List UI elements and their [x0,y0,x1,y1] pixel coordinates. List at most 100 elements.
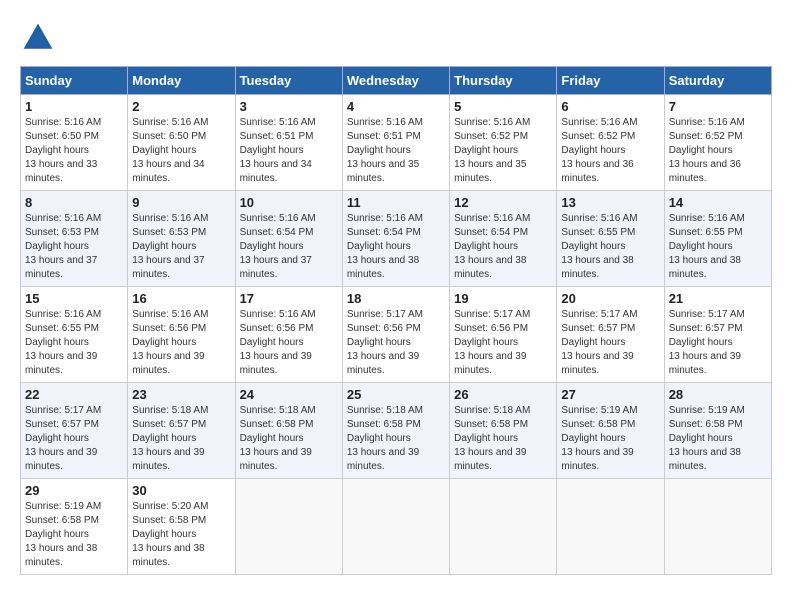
empty-cell [664,479,771,575]
day-info: Sunrise: 5:16 AMSunset: 6:53 PMDaylight … [132,212,230,282]
day-number: 10 [240,195,338,210]
table-row: 26 Sunrise: 5:18 AMSunset: 6:58 PMDayligh… [450,383,557,479]
day-info: Sunrise: 5:16 AMSunset: 6:51 PMDaylight … [347,116,445,186]
table-row: 5Sunrise: 5:16 AMSunset: 6:52 PMDaylight… [450,95,557,191]
table-row: 10 Sunrise: 5:16 AMSunset: 6:54 PMDayligh… [235,191,342,287]
day-number: 19 [454,291,552,306]
day-number: 23 [132,387,230,402]
day-number: 15 [25,291,123,306]
table-row: 21 Sunrise: 5:17 AMSunset: 6:57 PMDayligh… [664,287,771,383]
day-info: Sunrise: 5:19 AMSunset: 6:58 PMDaylight … [561,404,659,474]
day-info: Sunrise: 5:17 AMSunset: 6:57 PMDaylight … [25,404,123,474]
table-row: 28Sunrise: 5:19 AMSunset: 6:58 PMDayligh… [664,383,771,479]
logo [20,20,62,56]
calendar-row: 8 Sunrise: 5:16 AMSunset: 6:53 PMDaylight… [21,191,772,287]
calendar-table: SundayMondayTuesdayWednesdayThursdayFrid… [20,66,772,575]
day-number: 18 [347,291,445,306]
empty-cell [342,479,449,575]
day-number: 11 [347,195,445,210]
day-info: Sunrise: 5:16 AMSunset: 6:54 PMDaylight … [240,212,338,282]
day-header-monday: Monday [128,67,235,95]
day-info: Sunrise: 5:18 AMSunset: 6:58 PMDaylight … [347,404,445,474]
day-number: 24 [240,387,338,402]
day-info: Sunrise: 5:16 AMSunset: 6:52 PMDaylight … [561,116,659,186]
day-info: Sunrise: 5:18 AMSunset: 6:58 PMDaylight … [240,404,338,474]
day-info: Sunrise: 5:20 AMSunset: 6:58 PMDaylight … [132,500,230,570]
table-row: 20 Sunrise: 5:17 AMSunset: 6:57 PMDayligh… [557,287,664,383]
day-number: 7 [669,99,767,114]
day-info: Sunrise: 5:17 AMSunset: 6:57 PMDaylight … [669,308,767,378]
day-number: 12 [454,195,552,210]
table-row: 22 Sunrise: 5:17 AMSunset: 6:57 PMDayligh… [21,383,128,479]
calendar-row: 15 Sunrise: 5:16 AMSunset: 6:55 PMDayligh… [21,287,772,383]
day-header-wednesday: Wednesday [342,67,449,95]
table-row: 18 Sunrise: 5:17 AMSunset: 6:56 PMDayligh… [342,287,449,383]
table-row: 25 Sunrise: 5:18 AMSunset: 6:58 PMDayligh… [342,383,449,479]
day-number: 29 [25,483,123,498]
table-row: 29 Sunrise: 5:19 AMSunset: 6:58 PMDayligh… [21,479,128,575]
calendar-row: 29 Sunrise: 5:19 AMSunset: 6:58 PMDayligh… [21,479,772,575]
day-info: Sunrise: 5:16 AMSunset: 6:56 PMDaylight … [240,308,338,378]
calendar-row: 1Sunrise: 5:16 AMSunset: 6:50 PMDaylight… [21,95,772,191]
day-info: Sunrise: 5:16 AMSunset: 6:52 PMDaylight … [669,116,767,186]
day-info: Sunrise: 5:16 AMSunset: 6:55 PMDaylight … [669,212,767,282]
table-row: 13Sunrise: 5:16 AMSunset: 6:55 PMDayligh… [557,191,664,287]
day-number: 26 [454,387,552,402]
day-number: 20 [561,291,659,306]
table-row: 30 Sunrise: 5:20 AMSunset: 6:58 PMDayligh… [128,479,235,575]
table-row: 6 Sunrise: 5:16 AMSunset: 6:52 PMDaylight… [557,95,664,191]
table-row: 24 Sunrise: 5:18 AMSunset: 6:58 PMDayligh… [235,383,342,479]
day-header-saturday: Saturday [664,67,771,95]
day-number: 8 [25,195,123,210]
day-info: Sunrise: 5:18 AMSunset: 6:57 PMDaylight … [132,404,230,474]
day-number: 16 [132,291,230,306]
header [20,20,772,56]
table-row: 19 Sunrise: 5:17 AMSunset: 6:56 PMDayligh… [450,287,557,383]
day-info: Sunrise: 5:18 AMSunset: 6:58 PMDaylight … [454,404,552,474]
day-info: Sunrise: 5:17 AMSunset: 6:57 PMDaylight … [561,308,659,378]
day-header-tuesday: Tuesday [235,67,342,95]
day-number: 25 [347,387,445,402]
day-number: 30 [132,483,230,498]
calendar-row: 22 Sunrise: 5:17 AMSunset: 6:57 PMDayligh… [21,383,772,479]
table-row: 7 Sunrise: 5:16 AMSunset: 6:52 PMDaylight… [664,95,771,191]
day-info: Sunrise: 5:16 AMSunset: 6:53 PMDaylight … [25,212,123,282]
empty-cell [557,479,664,575]
table-row: 14 Sunrise: 5:16 AMSunset: 6:55 PMDayligh… [664,191,771,287]
day-info: Sunrise: 5:19 AMSunset: 6:58 PMDaylight … [25,500,123,570]
day-number: 22 [25,387,123,402]
day-info: Sunrise: 5:16 AMSunset: 6:52 PMDaylight … [454,116,552,186]
day-header-thursday: Thursday [450,67,557,95]
logo-icon [20,20,56,56]
table-row: 3Sunrise: 5:16 AMSunset: 6:51 PMDaylight… [235,95,342,191]
day-number: 14 [669,195,767,210]
day-info: Sunrise: 5:16 AMSunset: 6:56 PMDaylight … [132,308,230,378]
day-header-sunday: Sunday [21,67,128,95]
day-info: Sunrise: 5:16 AMSunset: 6:55 PMDaylight … [25,308,123,378]
day-info: Sunrise: 5:17 AMSunset: 6:56 PMDaylight … [347,308,445,378]
table-row: 12 Sunrise: 5:16 AMSunset: 6:54 PMDayligh… [450,191,557,287]
day-info: Sunrise: 5:16 AMSunset: 6:51 PMDaylight … [240,116,338,186]
day-number: 21 [669,291,767,306]
table-row: 9 Sunrise: 5:16 AMSunset: 6:53 PMDaylight… [128,191,235,287]
day-header-friday: Friday [557,67,664,95]
day-info: Sunrise: 5:17 AMSunset: 6:56 PMDaylight … [454,308,552,378]
day-number: 9 [132,195,230,210]
table-row: 11Sunrise: 5:16 AMSunset: 6:54 PMDayligh… [342,191,449,287]
day-info: Sunrise: 5:16 AMSunset: 6:50 PMDaylight … [25,116,123,186]
table-row: 2Sunrise: 5:16 AMSunset: 6:50 PMDaylight… [128,95,235,191]
table-row: 4 Sunrise: 5:16 AMSunset: 6:51 PMDaylight… [342,95,449,191]
table-row: 16 Sunrise: 5:16 AMSunset: 6:56 PMDayligh… [128,287,235,383]
table-row: 17Sunrise: 5:16 AMSunset: 6:56 PMDayligh… [235,287,342,383]
empty-cell [450,479,557,575]
day-number: 27 [561,387,659,402]
table-row: 27 Sunrise: 5:19 AMSunset: 6:58 PMDayligh… [557,383,664,479]
day-number: 2 [132,99,230,114]
table-row: 23 Sunrise: 5:18 AMSunset: 6:57 PMDayligh… [128,383,235,479]
day-info: Sunrise: 5:16 AMSunset: 6:54 PMDaylight … [454,212,552,282]
day-number: 4 [347,99,445,114]
day-info: Sunrise: 5:19 AMSunset: 6:58 PMDaylight … [669,404,767,474]
day-number: 6 [561,99,659,114]
table-row: 8 Sunrise: 5:16 AMSunset: 6:53 PMDaylight… [21,191,128,287]
table-row: 15 Sunrise: 5:16 AMSunset: 6:55 PMDayligh… [21,287,128,383]
